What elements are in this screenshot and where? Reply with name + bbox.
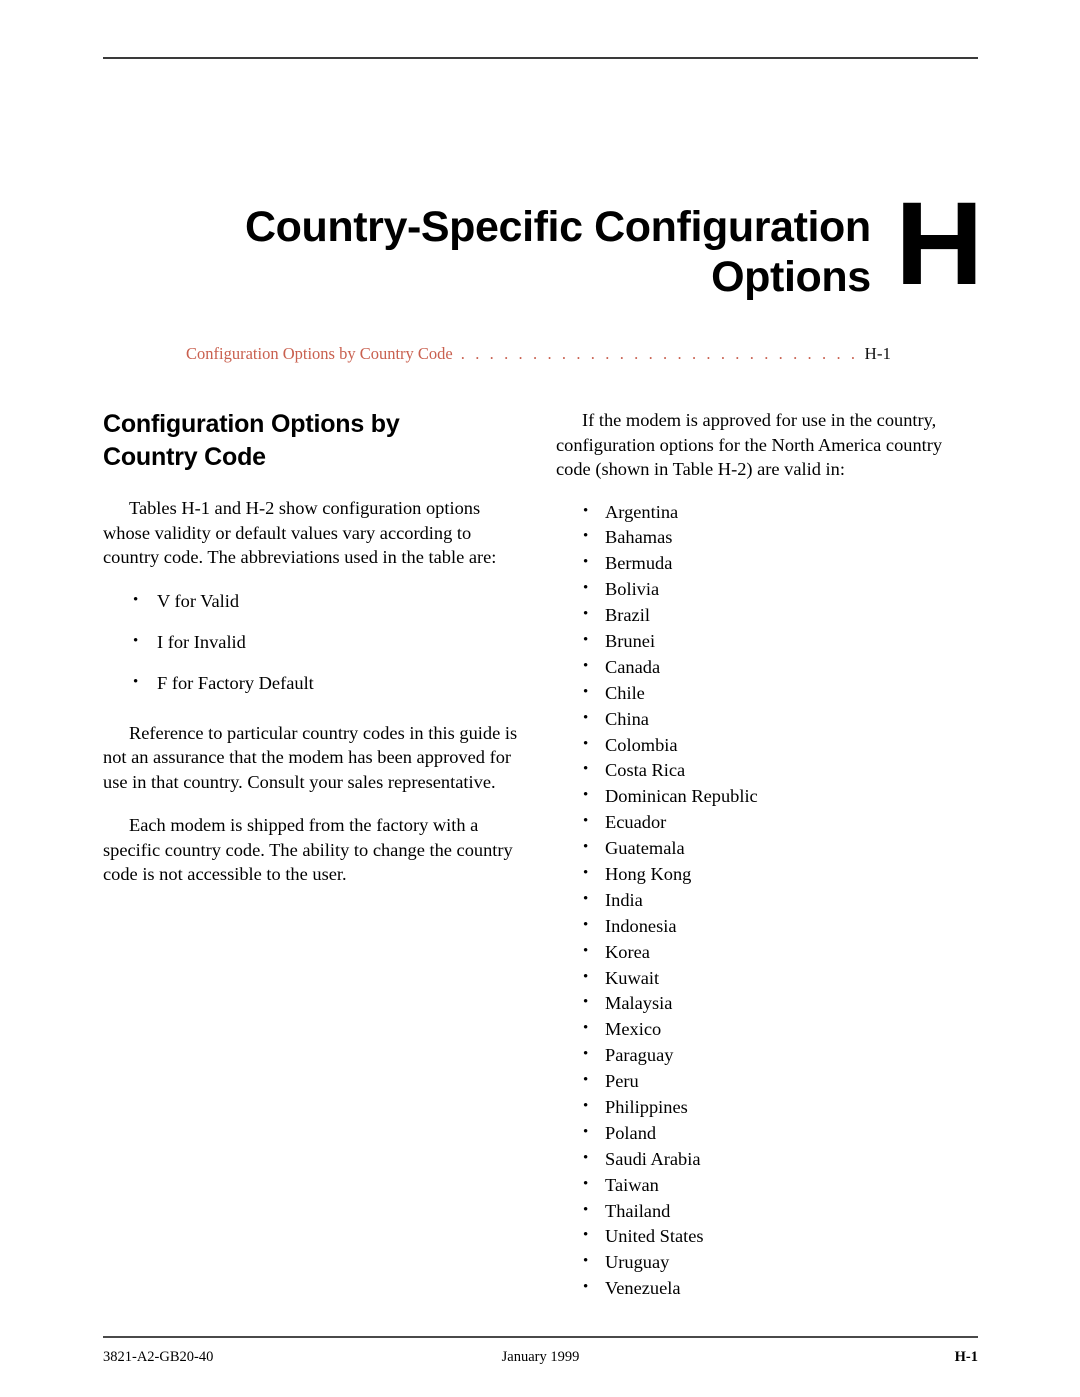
chapter-title-line1: Country-Specific Configuration	[244, 203, 871, 251]
list-item: Brunei	[556, 629, 981, 654]
list-item: United States	[556, 1224, 981, 1249]
list-item: Bahamas	[556, 525, 981, 550]
list-item: I for Invalid	[103, 629, 523, 654]
list-item: F for Factory Default	[103, 670, 523, 695]
chapter-title-block: Country-Specific Configuration Options H	[103, 185, 983, 303]
list-item: Bermuda	[556, 551, 981, 576]
list-item: V for Valid	[103, 588, 523, 613]
toc-dot-leader: . . . . . . . . . . . . . . . . . . . . …	[460, 344, 859, 363]
list-item: Venezuela	[556, 1276, 981, 1301]
list-item: Hong Kong	[556, 862, 981, 887]
header-rule	[103, 57, 978, 59]
toc-page-number: H-1	[864, 344, 891, 363]
list-item: Poland	[556, 1121, 981, 1146]
list-item: Argentina	[556, 500, 981, 525]
list-item: Uruguay	[556, 1250, 981, 1275]
list-item: China	[556, 707, 981, 732]
list-item: Mexico	[556, 1017, 981, 1042]
approval-paragraph: If the modem is approved for use in the …	[556, 410, 943, 479]
chapter-title: Country-Specific Configuration Options	[245, 196, 895, 302]
toc-entry-label: Configuration Options by Country Code	[186, 344, 453, 363]
reference-paragraph: Reference to particular country codes in…	[103, 722, 518, 792]
footer-rule	[103, 1336, 978, 1338]
document-page: Country-Specific Configuration Options H …	[0, 0, 1080, 1397]
list-item: Peru	[556, 1069, 981, 1094]
shipping-paragraph: Each modem is shipped from the factory w…	[103, 815, 513, 884]
section-heading: Configuration Options by Country Code	[103, 410, 400, 471]
list-item: Thailand	[556, 1199, 981, 1224]
page-footer: 3821-A2-GB20-40 January 1999 H-1	[103, 1345, 978, 1369]
footer-page-number: H-1	[954, 1349, 978, 1365]
list-item: Ecuador	[556, 810, 981, 835]
list-item: Philippines	[556, 1095, 981, 1120]
right-column: If the modem is approved for use in the …	[556, 408, 981, 1303]
list-item: Paraguay	[556, 1043, 981, 1068]
list-item: Kuwait	[556, 966, 981, 991]
list-item: Saudi Arabia	[556, 1147, 981, 1172]
country-list: Argentina Bahamas Bermuda Bolivia Brazil…	[556, 500, 981, 1301]
list-item: Taiwan	[556, 1173, 981, 1198]
list-item: Colombia	[556, 733, 981, 758]
left-column: Configuration Options by Country Code Ta…	[103, 408, 523, 887]
list-item: Malaysia	[556, 991, 981, 1016]
list-item: Korea	[556, 940, 981, 965]
footer-date: January 1999	[501, 1349, 580, 1365]
intro-paragraph: Tables H-1 and H-2 show configuration op…	[103, 498, 497, 567]
table-of-contents-entry[interactable]: Configuration Options by Country Code . …	[186, 344, 891, 364]
list-item: Bolivia	[556, 577, 981, 602]
abbreviations-list: V for Valid I for Invalid F for Factory …	[103, 588, 523, 695]
list-item: Guatemala	[556, 836, 981, 861]
list-item: Brazil	[556, 603, 981, 628]
list-item: India	[556, 888, 981, 913]
list-item: Dominican Republic	[556, 784, 981, 809]
list-item: Canada	[556, 655, 981, 680]
chapter-title-line2: Options	[711, 253, 871, 301]
list-item: Costa Rica	[556, 758, 981, 783]
list-item: Indonesia	[556, 914, 981, 939]
chapter-letter: H	[894, 178, 984, 310]
list-item: Chile	[556, 681, 981, 706]
